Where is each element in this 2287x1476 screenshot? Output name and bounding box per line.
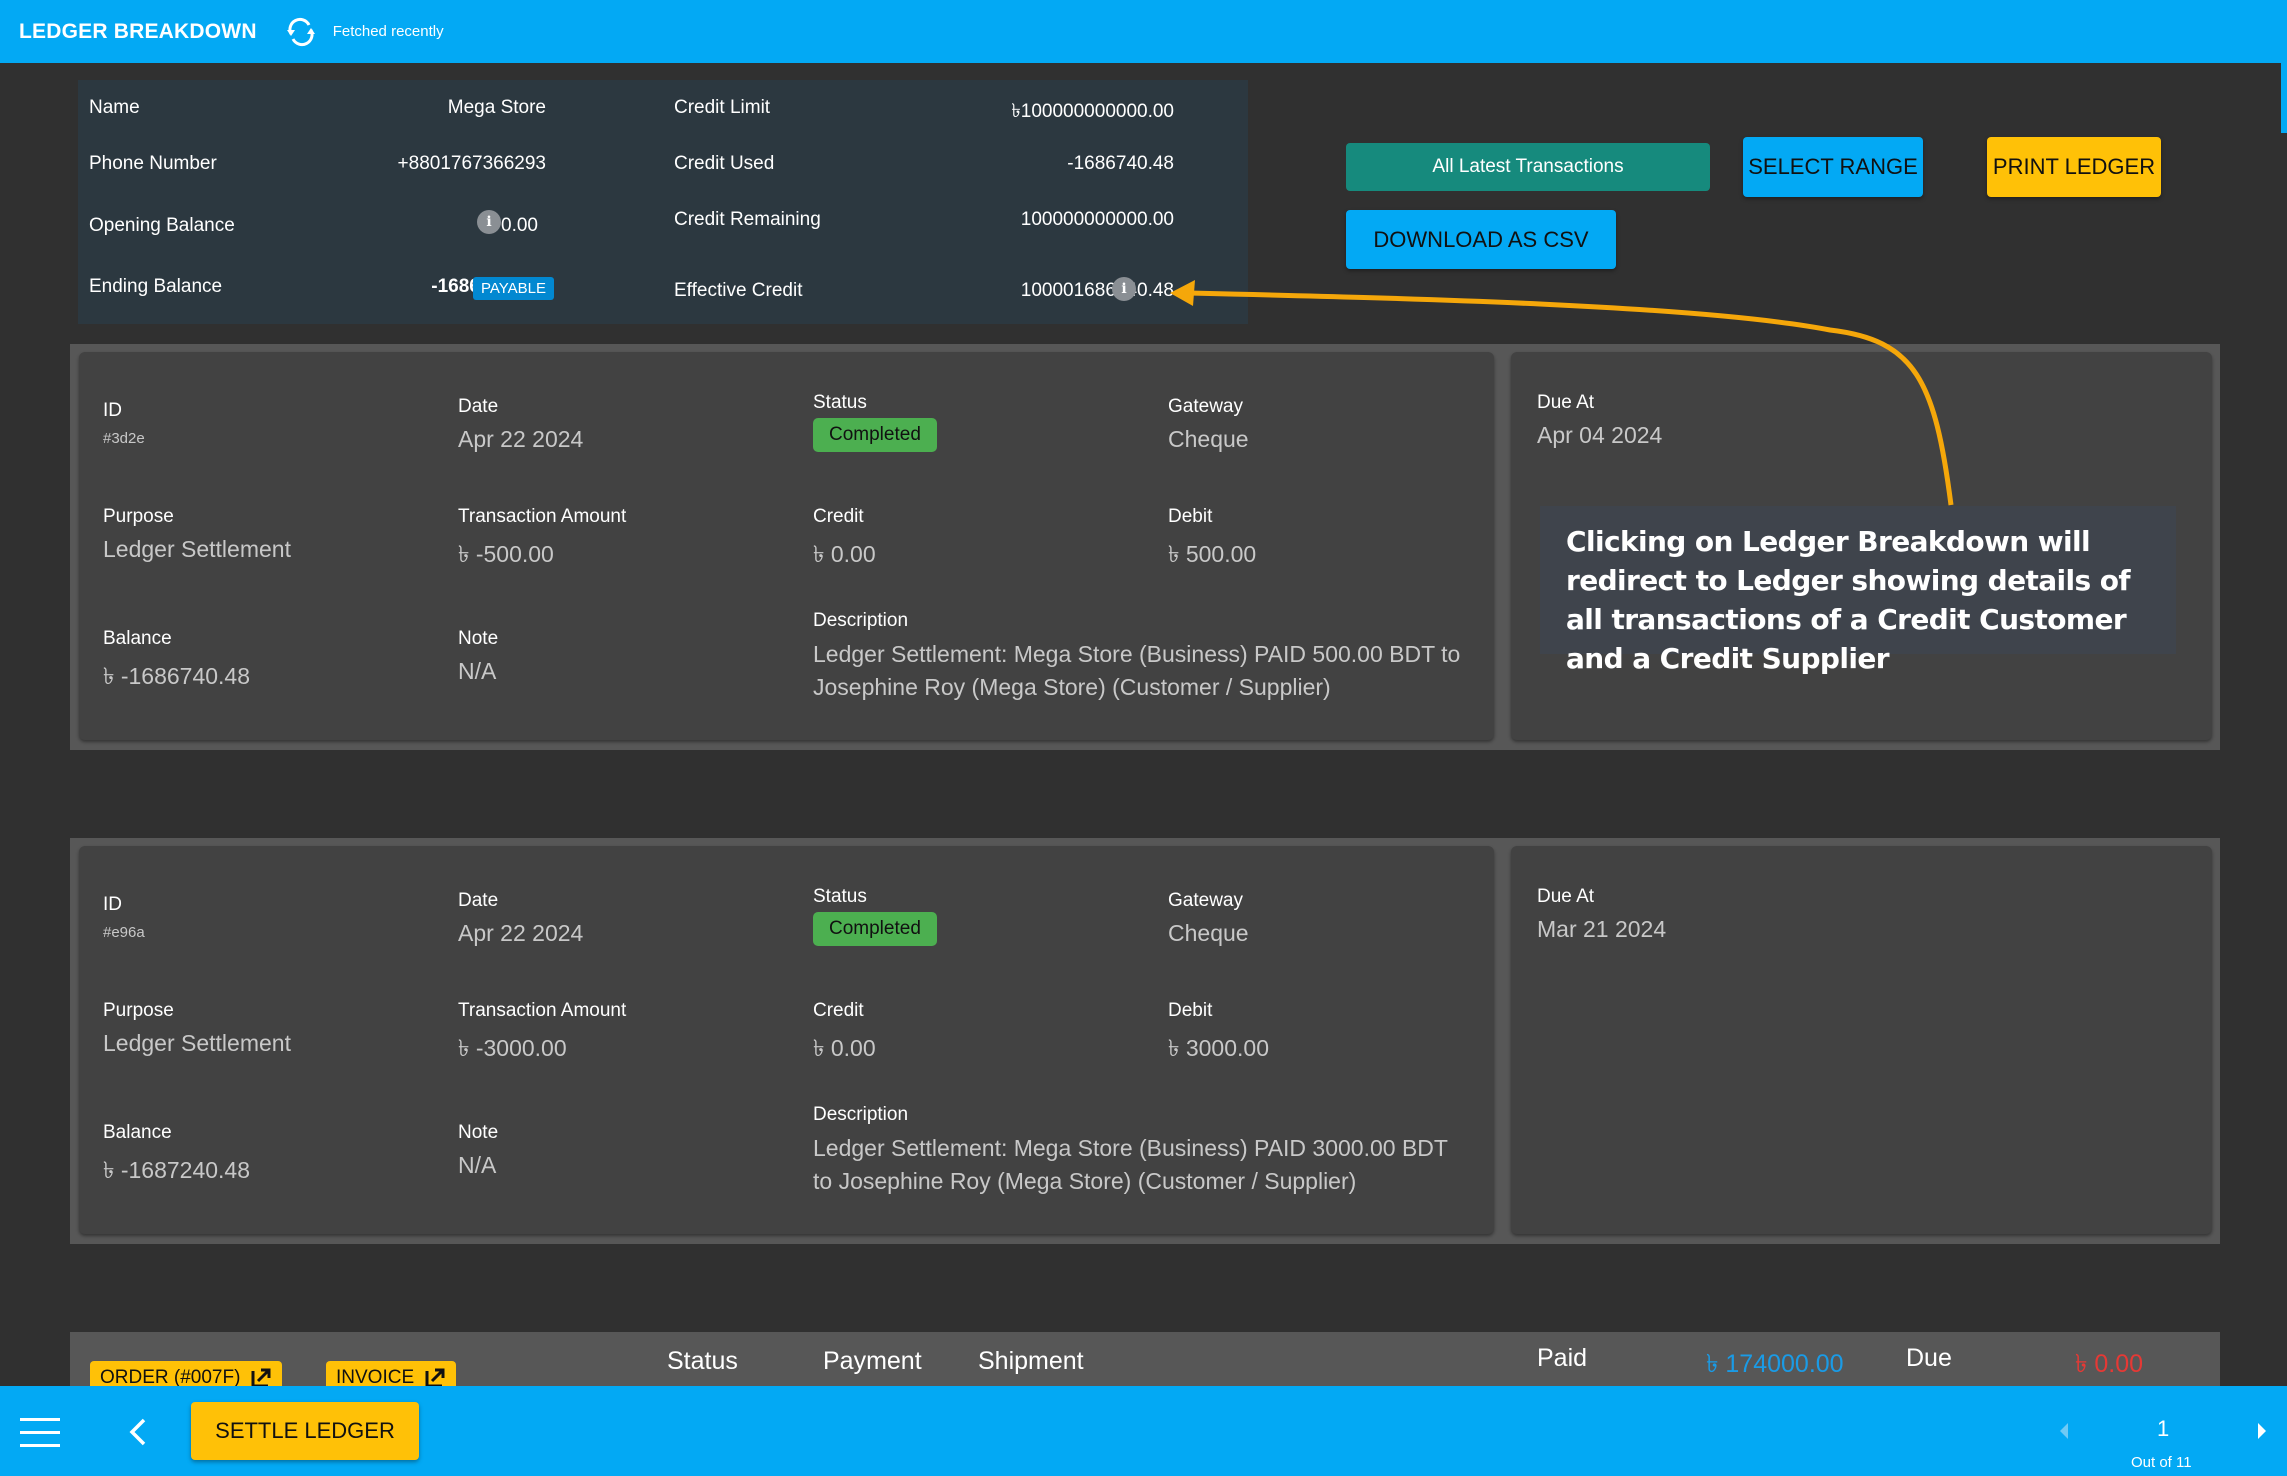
description-label: Description — [813, 1104, 909, 1125]
scrollbar[interactable] — [2281, 63, 2287, 133]
purpose-value: Ledger Settlement — [103, 536, 291, 562]
due-at-label: Due At — [1537, 392, 1595, 413]
description-value: Ledger Settlement: Mega Store (Business)… — [813, 1135, 1448, 1194]
note-label: Note — [458, 1122, 499, 1143]
balance-value: ৳ -1687240.48 — [103, 1157, 251, 1183]
next-page-icon[interactable] — [2256, 1422, 2268, 1445]
gateway-value: Cheque — [1168, 426, 1249, 452]
id-label: ID — [103, 400, 122, 421]
select-range-button[interactable]: SELECT RANGE — [1743, 137, 1923, 197]
credit-limit-label: Credit Limit — [674, 97, 771, 118]
transaction-card: ID #e96a Date Apr 22 2024 Status Complet… — [70, 838, 2220, 1244]
menu-icon[interactable] — [20, 1416, 60, 1453]
effective-credit-label: Effective Credit — [674, 280, 803, 301]
balance-label: Balance — [103, 1122, 172, 1143]
name-value: Mega Store — [447, 97, 546, 118]
date-value: Apr 22 2024 — [458, 920, 584, 946]
top-bar: LEDGER BREAKDOWN Fetched recently — [0, 0, 2287, 63]
paid-label: Paid — [1537, 1344, 1588, 1372]
all-latest-transactions-button[interactable]: All Latest Transactions — [1346, 143, 1710, 191]
fetch-status: Fetched recently — [332, 23, 444, 40]
description-value: Ledger Settlement: Mega Store (Business)… — [813, 641, 1461, 700]
phone-label: Phone Number — [89, 153, 217, 174]
purpose-value: Ledger Settlement — [103, 1030, 291, 1056]
purpose-label: Purpose — [103, 506, 174, 527]
transaction-due-panel: Due At Mar 21 2024 — [1511, 846, 2212, 1234]
ending-balance-label: Ending Balance — [89, 276, 223, 297]
status-label: Status — [813, 886, 867, 907]
credit-label: Credit — [813, 1000, 864, 1021]
opening-balance-label: Opening Balance — [89, 215, 235, 236]
transaction-details: ID #e96a Date Apr 22 2024 Status Complet… — [79, 846, 1494, 1234]
status-badge: Completed — [813, 418, 937, 452]
date-label: Date — [458, 396, 499, 417]
credit-used-label: Credit Used — [674, 153, 775, 174]
description-label: Description — [813, 610, 909, 631]
back-chevron-icon[interactable] — [128, 1418, 148, 1451]
purpose-label: Purpose — [103, 1000, 174, 1021]
prev-page-icon[interactable] — [2058, 1422, 2070, 1445]
debit-value: ৳ 3000.00 — [1168, 1035, 1269, 1061]
amount-value: ৳ -3000.00 — [458, 1035, 567, 1061]
credit-remaining-label: Credit Remaining — [674, 209, 821, 230]
status-label: Status — [813, 392, 867, 413]
note-value: N/A — [458, 1152, 497, 1178]
credit-value: ৳ 0.00 — [813, 541, 876, 567]
credit-label: Credit — [813, 506, 864, 527]
credit-remaining-value: 100000000000.00 — [1020, 209, 1174, 230]
debit-label: Debit — [1168, 1000, 1213, 1021]
amount-value: ৳ -500.00 — [458, 541, 554, 567]
id-value: #e96a — [103, 924, 145, 941]
print-ledger-button[interactable]: PRINT LEDGER — [1987, 137, 2161, 197]
due-value: ৳ 0.00 — [2075, 1350, 2144, 1378]
taka-icon: ৳ — [1011, 101, 1021, 122]
id-value: #3d2e — [103, 430, 145, 447]
order-payment-header: Payment — [823, 1347, 922, 1375]
gateway-value: Cheque — [1168, 920, 1249, 946]
credit-limit-value: ৳100000000000.00 — [1011, 101, 1174, 122]
credit-value: ৳ 0.00 — [813, 1035, 876, 1061]
balance-value: ৳ -1686740.48 — [103, 663, 251, 689]
page-total: Out of 11 — [2131, 1454, 2192, 1471]
phone-value: +8801767366293 — [397, 153, 546, 174]
note-value: N/A — [458, 658, 497, 684]
download-csv-button[interactable]: DOWNLOAD AS CSV — [1346, 210, 1616, 269]
gateway-label: Gateway — [1168, 396, 1243, 417]
debit-label: Debit — [1168, 506, 1213, 527]
amount-label: Transaction Amount — [458, 506, 627, 527]
bottom-bar: SETTLE LEDGER 1 Out of 11 — [0, 1386, 2287, 1476]
due-at-value: Mar 21 2024 — [1537, 916, 1667, 942]
refresh-icon[interactable] — [283, 14, 319, 50]
due-label: Due — [1906, 1344, 1952, 1372]
note-label: Note — [458, 628, 499, 649]
effective-credit-info-icon[interactable]: i — [1112, 277, 1136, 301]
amount-label: Transaction Amount — [458, 1000, 627, 1021]
id-label: ID — [103, 894, 122, 915]
status-badge: Completed — [813, 912, 937, 946]
paid-value: ৳ 174000.00 — [1706, 1350, 1844, 1378]
credit-used-value: -1686740.48 — [1067, 153, 1174, 174]
ledger-summary-panel: Name Mega Store Phone Number +8801767366… — [78, 80, 1248, 324]
page-number: 1 — [2157, 1416, 2170, 1441]
ledger-breakdown-title[interactable]: LEDGER BREAKDOWN — [19, 20, 257, 44]
name-label: Name — [89, 97, 140, 118]
order-shipment-header: Shipment — [978, 1347, 1084, 1375]
due-at-label: Due At — [1537, 886, 1595, 907]
opening-balance-info-icon[interactable]: i — [477, 210, 501, 234]
date-label: Date — [458, 890, 499, 911]
effective-credit-value: 100001686740.48 — [1020, 280, 1174, 301]
annotation-callout: Clicking on Ledger Breakdown will redire… — [1540, 506, 2176, 675]
settle-ledger-button[interactable]: SETTLE LEDGER — [191, 1402, 419, 1460]
order-status-header: Status — [667, 1347, 738, 1375]
payable-badge: PAYABLE — [473, 277, 555, 300]
gateway-label: Gateway — [1168, 890, 1243, 911]
date-value: Apr 22 2024 — [458, 426, 584, 452]
opening-balance-value: 0.00 — [501, 215, 538, 236]
balance-label: Balance — [103, 628, 172, 649]
due-at-value: Apr 04 2024 — [1537, 422, 1663, 448]
debit-value: ৳ 500.00 — [1168, 541, 1257, 567]
transaction-details: ID #3d2e Date Apr 22 2024 Status Complet… — [79, 352, 1494, 740]
